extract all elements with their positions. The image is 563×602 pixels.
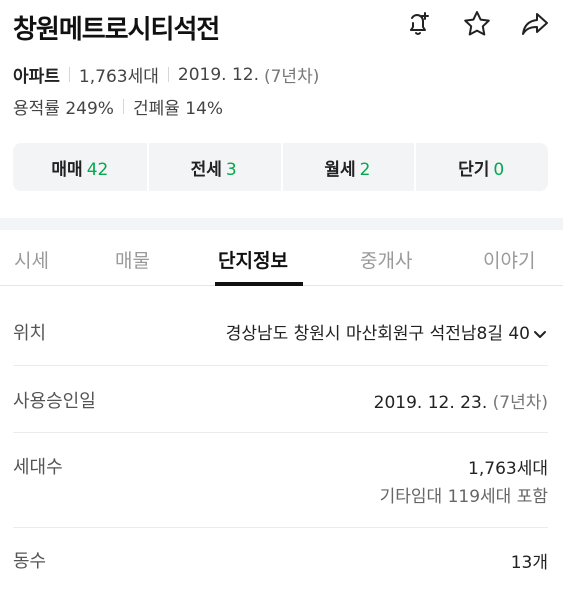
buildings-value: 13개	[510, 553, 548, 573]
count-monthly-rent[interactable]: 월세 2	[280, 143, 415, 191]
buildings-label: 동수	[13, 551, 47, 572]
households-label: 세대수	[13, 457, 63, 478]
info-row-location[interactable]: 위치 경상남도 창원시 마산회원구 석전남8길 40	[13, 316, 548, 346]
property-type: 아파트	[13, 67, 60, 87]
active-tab-indicator	[215, 282, 303, 286]
tab-complex-info[interactable]: 단지정보	[218, 246, 288, 273]
page-header: 창원메트로시티석전	[0, 0, 563, 58]
household-count: 1,763세대	[78, 67, 159, 87]
row-divider	[13, 432, 548, 433]
tab-stories[interactable]: 이야기	[483, 246, 535, 273]
section-divider	[0, 218, 563, 230]
bell-plus-icon[interactable]	[401, 6, 437, 42]
info-row-buildings: 동수 13개	[13, 545, 548, 575]
star-icon[interactable]	[459, 6, 495, 42]
info-row-approval-date: 사용승인일 2019. 12. 23. (7년차)	[13, 385, 548, 415]
building-coverage-ratio: 건폐율 14%	[132, 99, 224, 119]
count-sale[interactable]: 매매 42	[13, 155, 147, 180]
count-short-term[interactable]: 단기 0	[414, 143, 548, 191]
complex-title: 창원메트로시티석전	[13, 15, 220, 45]
listing-counts: 매매 42 전세 3 월세 2 단기 0	[13, 143, 548, 191]
tab-agents[interactable]: 중개사	[360, 246, 412, 273]
header-actions	[401, 6, 553, 42]
count-jeonse[interactable]: 전세 3	[146, 143, 281, 191]
share-icon[interactable]	[517, 6, 553, 42]
households-value: 1,763세대	[468, 459, 548, 479]
info-row-households: 세대수 1,763세대 기타임대 119세대 포함	[13, 451, 548, 511]
chevron-down-icon	[534, 331, 546, 338]
building-age: (7년차)	[263, 67, 320, 87]
location-label: 위치	[13, 323, 47, 344]
floor-area-ratio: 용적률 249%	[13, 99, 114, 119]
approval-year: 2019. 12.	[177, 64, 259, 85]
row-divider	[13, 527, 548, 528]
approval-date-value: 2019. 12. 23. (7년차)	[373, 393, 548, 413]
separator	[68, 67, 70, 82]
approval-date-label: 사용승인일	[13, 391, 96, 412]
location-value[interactable]: 경상남도 창원시 마산회원구 석전남8길 40	[226, 319, 548, 344]
rental-households-note: 기타임대 119세대 포함	[379, 487, 548, 507]
separator	[122, 99, 124, 114]
tab-price[interactable]: 시세	[14, 246, 49, 273]
tab-bar: 시세 매물 단지정보 중개사 이야기	[0, 230, 563, 286]
row-divider	[13, 365, 548, 366]
summary-line: 아파트 1,763세대 2019. 12. (7년차)	[13, 62, 320, 88]
ratio-line: 용적률 249% 건폐율 14%	[13, 94, 223, 119]
separator	[167, 67, 169, 82]
tab-listings[interactable]: 매물	[115, 246, 150, 273]
